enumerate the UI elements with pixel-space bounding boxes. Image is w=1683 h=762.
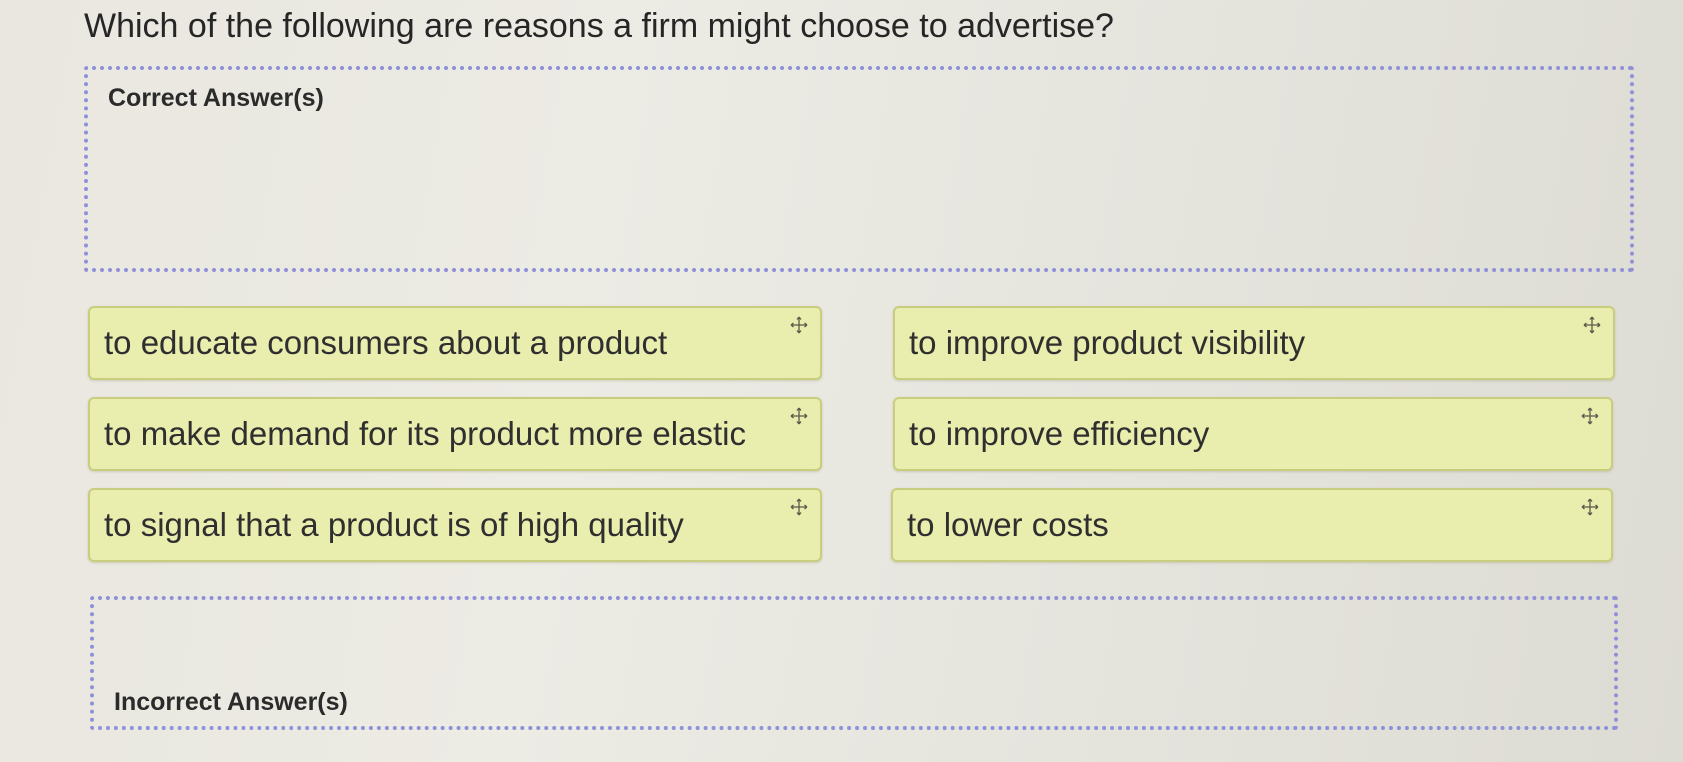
answer-card-educate-consumers[interactable]: to educate consumers about a product: [88, 306, 822, 380]
move-icon: [790, 407, 808, 425]
answer-card-label: to improve efficiency: [909, 415, 1210, 452]
answer-card-label: to signal that a product is of high qual…: [104, 506, 684, 543]
incorrect-answers-label: Incorrect Answer(s): [114, 688, 348, 716]
move-icon: [1581, 498, 1599, 516]
answer-card-label: to improve product visibility: [909, 324, 1306, 361]
answer-card-label: to lower costs: [907, 506, 1109, 543]
incorrect-answers-dropzone[interactable]: Incorrect Answer(s): [90, 596, 1618, 730]
move-icon: [790, 498, 808, 516]
answer-card-product-visibility[interactable]: to improve product visibility: [893, 306, 1615, 380]
answer-card-label: to educate consumers about a product: [104, 324, 668, 361]
answer-card-label: to make demand for its product more elas…: [104, 415, 746, 452]
answer-card-demand-elastic[interactable]: to make demand for its product more elas…: [88, 397, 822, 471]
answer-card-lower-costs[interactable]: to lower costs: [891, 488, 1613, 562]
answer-card-improve-efficiency[interactable]: to improve efficiency: [893, 397, 1613, 471]
move-icon: [1581, 407, 1599, 425]
answer-card-signal-quality[interactable]: to signal that a product is of high qual…: [88, 488, 822, 562]
move-icon: [790, 316, 808, 334]
correct-answers-dropzone[interactable]: Correct Answer(s): [84, 66, 1634, 272]
correct-answers-label: Correct Answer(s): [108, 84, 324, 112]
question-text: Which of the following are reasons a fir…: [84, 7, 1114, 45]
move-icon: [1583, 316, 1601, 334]
